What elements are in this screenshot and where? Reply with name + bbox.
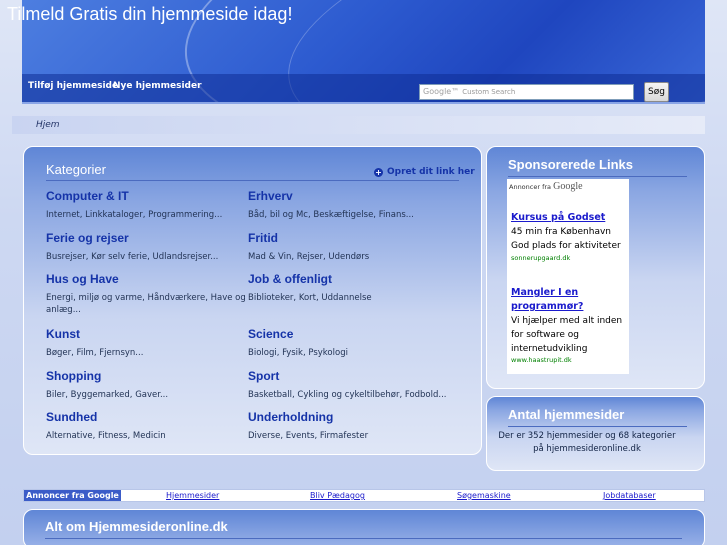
add-link-button[interactable]: + Opret dit link her xyxy=(374,167,475,177)
count-title: Antal hjemmesider xyxy=(508,407,625,422)
ad-text: 45 min fra København xyxy=(511,227,612,237)
ads-box: Annoncer fra Google Kursus på Godset 45 … xyxy=(507,179,629,374)
search-placeholder: Custom Search xyxy=(462,88,516,96)
plus-icon: + xyxy=(374,168,383,177)
breadcrumb-bar xyxy=(12,116,705,134)
category-ferie-og-rejser[interactable]: Ferie og rejser xyxy=(46,231,129,245)
ad-url-link[interactable]: www.haastrupit.dk xyxy=(511,356,572,364)
sponsored-rule xyxy=(508,176,687,177)
category-shopping[interactable]: Shopping xyxy=(46,369,101,383)
site-title: Tilmeld Gratis din hjemmeside idag! xyxy=(7,4,293,24)
categories-title: Kategorier xyxy=(46,162,106,177)
categories-rule xyxy=(46,180,459,181)
google-link-bar: Annoncer fra Google Hjemmesider Bliv Pæd… xyxy=(23,489,705,502)
category-subcategories: Mad & Vin, Rejser, Udendørs xyxy=(248,252,370,262)
ads-by-google-label[interactable]: Annoncer fra Google xyxy=(24,490,121,501)
search-input[interactable]: Google™ Custom Search xyxy=(419,84,634,100)
category-subcategories: Biblioteker, Kort, Uddannelse xyxy=(248,293,372,303)
category-kunst[interactable]: Kunst xyxy=(46,327,80,341)
count-text: Der er 352 hjemmesider og 68 kategorier xyxy=(498,431,676,441)
category-hus-og-have[interactable]: Hus og Have xyxy=(46,272,119,286)
category-subcategories: Alternative, Fitness, Medicin xyxy=(46,431,166,441)
nav-new-sites-link[interactable]: Nye hjemmesider xyxy=(113,81,202,91)
category-computer-it[interactable]: Computer & IT xyxy=(46,189,129,203)
category-subcategories: Biologi, Fysik, Psykologi xyxy=(248,348,348,358)
google-logo-icon: Google™ xyxy=(423,87,460,96)
category-underholdning[interactable]: Underholdning xyxy=(248,410,333,424)
ad-text: for software og xyxy=(511,330,579,340)
linkbar-link-bliv-paedagog[interactable]: Bliv Pædagog xyxy=(310,490,365,501)
category-subcategories: Båd, bil og Mc, Beskæftigelse, Finans... xyxy=(248,210,414,220)
category-fritid[interactable]: Fritid xyxy=(248,231,278,245)
about-rule xyxy=(45,538,682,539)
about-title: Alt om Hjemmesideronline.dk xyxy=(45,519,228,534)
category-subcategories: Biler, Byggemarked, Gaver... xyxy=(46,390,169,400)
ad-title-link[interactable]: Kursus på Godset xyxy=(511,210,605,225)
category-subcategories: Internet, Linkkataloger, Programmering..… xyxy=(46,210,223,220)
linkbar-link-jobdatabaser[interactable]: Jobdatabaser xyxy=(603,490,656,501)
category-sundhed[interactable]: Sundhed xyxy=(46,410,97,424)
linkbar-link-sogemaskine[interactable]: Søgemaskine xyxy=(457,490,511,501)
breadcrumb[interactable]: Hjem xyxy=(36,120,60,130)
nav-add-site-link[interactable]: Tilføj hjemmeside xyxy=(28,81,118,91)
ad-title-link[interactable]: Mangler I en xyxy=(511,285,578,300)
category-subcategories: Basketball, Cykling og cykeltilbehør, Fo… xyxy=(248,390,447,400)
add-link-label: Opret dit link her xyxy=(387,167,475,177)
ad-text: God plads for aktiviteter xyxy=(511,241,621,251)
ad-url-link[interactable]: sonnerupgaard.dk xyxy=(511,254,570,262)
count-text: på hjemmesideronline.dk xyxy=(533,444,641,454)
search-button[interactable]: Søg xyxy=(644,82,669,102)
linkbar-link-hjemmesider[interactable]: Hjemmesider xyxy=(166,490,219,501)
category-subcategories: Diverse, Events, Firmafester xyxy=(248,431,369,441)
category-erhverv[interactable]: Erhverv xyxy=(248,189,293,203)
category-subcategories: Energi, miljø og varme, Håndværkere, Hav… xyxy=(46,293,246,315)
category-sport[interactable]: Sport xyxy=(248,369,279,383)
ad-title-link[interactable]: programmør? xyxy=(511,299,583,314)
category-subcategories: Bøger, Film, Fjernsyn... xyxy=(46,348,144,358)
category-subcategories: Busrejser, Kør selv ferie, Udlandsrejser… xyxy=(46,252,219,262)
sponsored-title: Sponsorerede Links xyxy=(508,157,633,172)
ad-text: internetudvikling xyxy=(511,344,588,354)
ad-text: Vi hjælper med alt inden xyxy=(511,316,623,326)
ads-by-google-label[interactable]: Annoncer fra Google xyxy=(509,181,583,192)
count-rule xyxy=(508,426,687,427)
category-job-offenligt[interactable]: Job & offenligt xyxy=(248,272,332,286)
category-science[interactable]: Science xyxy=(248,327,293,341)
